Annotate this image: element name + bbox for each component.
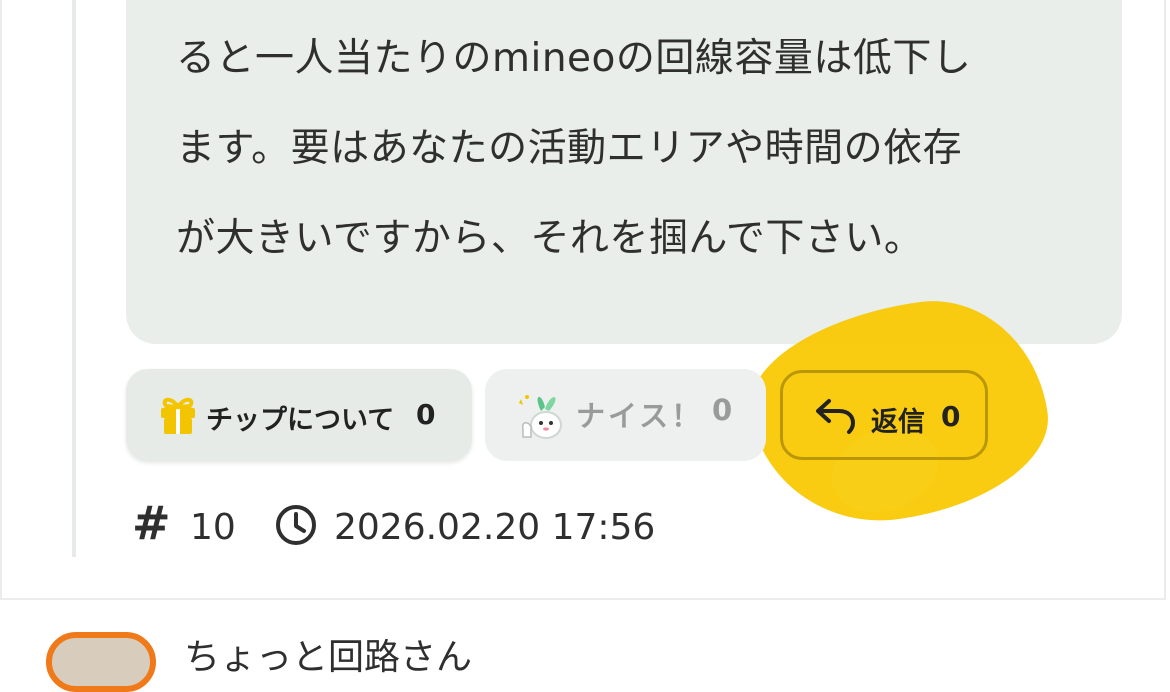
clock-icon	[274, 503, 318, 547]
reply-arrow-icon	[813, 395, 857, 435]
post-timestamp: 2026.02.20 17:56	[334, 506, 656, 548]
gift-icon	[157, 393, 199, 435]
nice-button-label: ナイス！	[576, 399, 704, 433]
thread-line	[72, 0, 76, 557]
message-body: ると一人当たりのmineoの回線容量は低下し ます。要はあなたの活動エリアや時間…	[176, 36, 972, 261]
reply-button[interactable]: 返信 0	[780, 370, 988, 460]
tip-count: 0	[416, 398, 436, 431]
tip-button-label: チップについて	[206, 405, 395, 436]
next-post-avatar[interactable]	[46, 632, 156, 692]
post-number: 10	[190, 506, 236, 548]
reply-count: 0	[941, 400, 961, 433]
nice-count: 0	[712, 393, 733, 427]
reply-button-label: 返信	[871, 407, 925, 438]
post-number-hash: #	[132, 496, 171, 550]
mascot-icon	[515, 389, 571, 443]
nice-button[interactable]: ナイス！ 0	[485, 369, 766, 461]
next-post-author[interactable]: ちょっと回路さん	[184, 628, 472, 680]
tip-button[interactable]: チップについて 0	[126, 369, 472, 461]
